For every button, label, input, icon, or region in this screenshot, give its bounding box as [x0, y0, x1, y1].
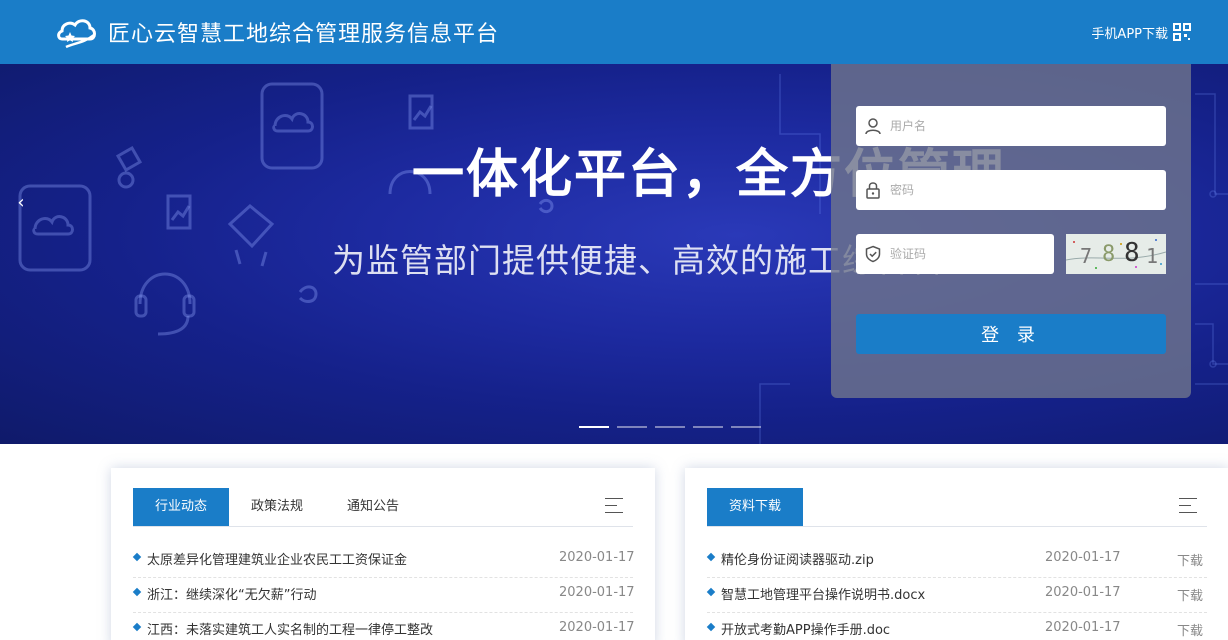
file-date: 2020-01-17 [1045, 550, 1121, 565]
username-field[interactable] [856, 106, 1166, 146]
download-link[interactable]: 下载 [1177, 550, 1203, 569]
site-title: 匠心云智慧工地综合管理服务信息平台 [108, 22, 500, 47]
lock-icon [866, 182, 880, 199]
downloads-tabs: 资料下载 [707, 488, 1207, 527]
news-title[interactable]: 浙江：继续深化“无欠薪”行动 [147, 584, 316, 603]
list-item[interactable]: 太原差异化管理建筑业企业农民工工资保证金 2020-01-17 [132, 543, 635, 578]
bullet-icon [706, 552, 716, 562]
download-link[interactable]: 下载 [1177, 620, 1203, 639]
captcha-field[interactable] [856, 234, 1054, 274]
list-item[interactable]: 浙江：继续深化“无欠薪”行动 2020-01-17 [132, 578, 635, 613]
bullet-icon [132, 587, 142, 597]
file-title[interactable]: 智慧工地管理平台操作说明书.docx [721, 584, 925, 603]
news-date: 2020-01-17 [559, 550, 635, 565]
downloads-card: 资料下载 精伦身份证阅读器驱动.zip 2020-01-17 下载 智慧工地管理… [685, 468, 1228, 640]
captcha-char-4: 1 [1146, 244, 1159, 268]
news-card: 行业动态 政策法规 通知公告 太原差异化管理建筑业企业农民工工资保证金 2020… [111, 468, 655, 640]
news-title[interactable]: 太原差异化管理建筑业企业农民工工资保证金 [147, 549, 407, 568]
list-item[interactable]: 开放式考勤APP操作手册.doc 2020-01-17 下载 [706, 613, 1207, 640]
carousel-dot-5[interactable] [731, 426, 761, 428]
captcha-char-1: 7 [1080, 244, 1093, 268]
captcha-char-3: 8 [1124, 238, 1140, 268]
download-link[interactable]: 下载 [1177, 585, 1203, 604]
captcha-input[interactable] [890, 242, 1040, 266]
login-panel: 7 8 8 1 登 录 [831, 64, 1191, 398]
password-input[interactable] [890, 178, 1150, 202]
news-date: 2020-01-17 [559, 620, 635, 635]
file-title[interactable]: 精伦身份证阅读器驱动.zip [721, 549, 874, 568]
carousel-dot-1[interactable] [579, 426, 609, 428]
app-download-link[interactable]: 手机APP下载 [1091, 23, 1168, 42]
tab-industry-news[interactable]: 行业动态 [133, 488, 229, 526]
carousel-prev-button[interactable]: ‹ [12, 188, 30, 218]
news-date: 2020-01-17 [559, 585, 635, 600]
bullet-icon [706, 587, 716, 597]
file-title[interactable]: 开放式考勤APP操作手册.doc [721, 619, 890, 638]
username-input[interactable] [890, 114, 1150, 138]
file-date: 2020-01-17 [1045, 585, 1121, 600]
tab-policies[interactable]: 政策法规 [229, 488, 325, 526]
carousel-dot-2[interactable] [617, 426, 647, 428]
list-item[interactable]: 智慧工地管理平台操作说明书.docx 2020-01-17 下载 [706, 578, 1207, 613]
user-icon [865, 118, 881, 135]
login-button[interactable]: 登 录 [856, 314, 1166, 354]
cloud-star-logo [57, 19, 96, 49]
list-menu-icon[interactable] [1179, 498, 1197, 514]
carousel-dot-4[interactable] [693, 426, 723, 428]
top-header: 匠心云智慧工地综合管理服务信息平台 手机APP下载 [0, 0, 1228, 64]
carousel-dot-3[interactable] [655, 426, 685, 428]
qr-code-icon[interactable] [1173, 23, 1191, 41]
tab-notices[interactable]: 通知公告 [325, 488, 421, 526]
captcha-image[interactable]: 7 8 8 1 [1066, 234, 1166, 274]
list-item[interactable]: 精伦身份证阅读器驱动.zip 2020-01-17 下载 [706, 543, 1207, 578]
list-menu-icon[interactable] [605, 498, 623, 514]
tab-downloads[interactable]: 资料下载 [707, 488, 803, 526]
bullet-icon [132, 622, 142, 632]
news-tabs: 行业动态 政策法规 通知公告 [133, 488, 633, 527]
password-field[interactable] [856, 170, 1166, 210]
news-title[interactable]: 江西：未落实建筑工人实名制的工程一律停工整改 [147, 619, 433, 638]
bullet-icon [706, 622, 716, 632]
shield-check-icon [865, 245, 881, 263]
file-date: 2020-01-17 [1045, 620, 1121, 635]
list-item[interactable]: 江西：未落实建筑工人实名制的工程一律停工整改 2020-01-17 [132, 613, 635, 640]
captcha-char-2: 8 [1102, 242, 1116, 267]
bullet-icon [132, 552, 142, 562]
